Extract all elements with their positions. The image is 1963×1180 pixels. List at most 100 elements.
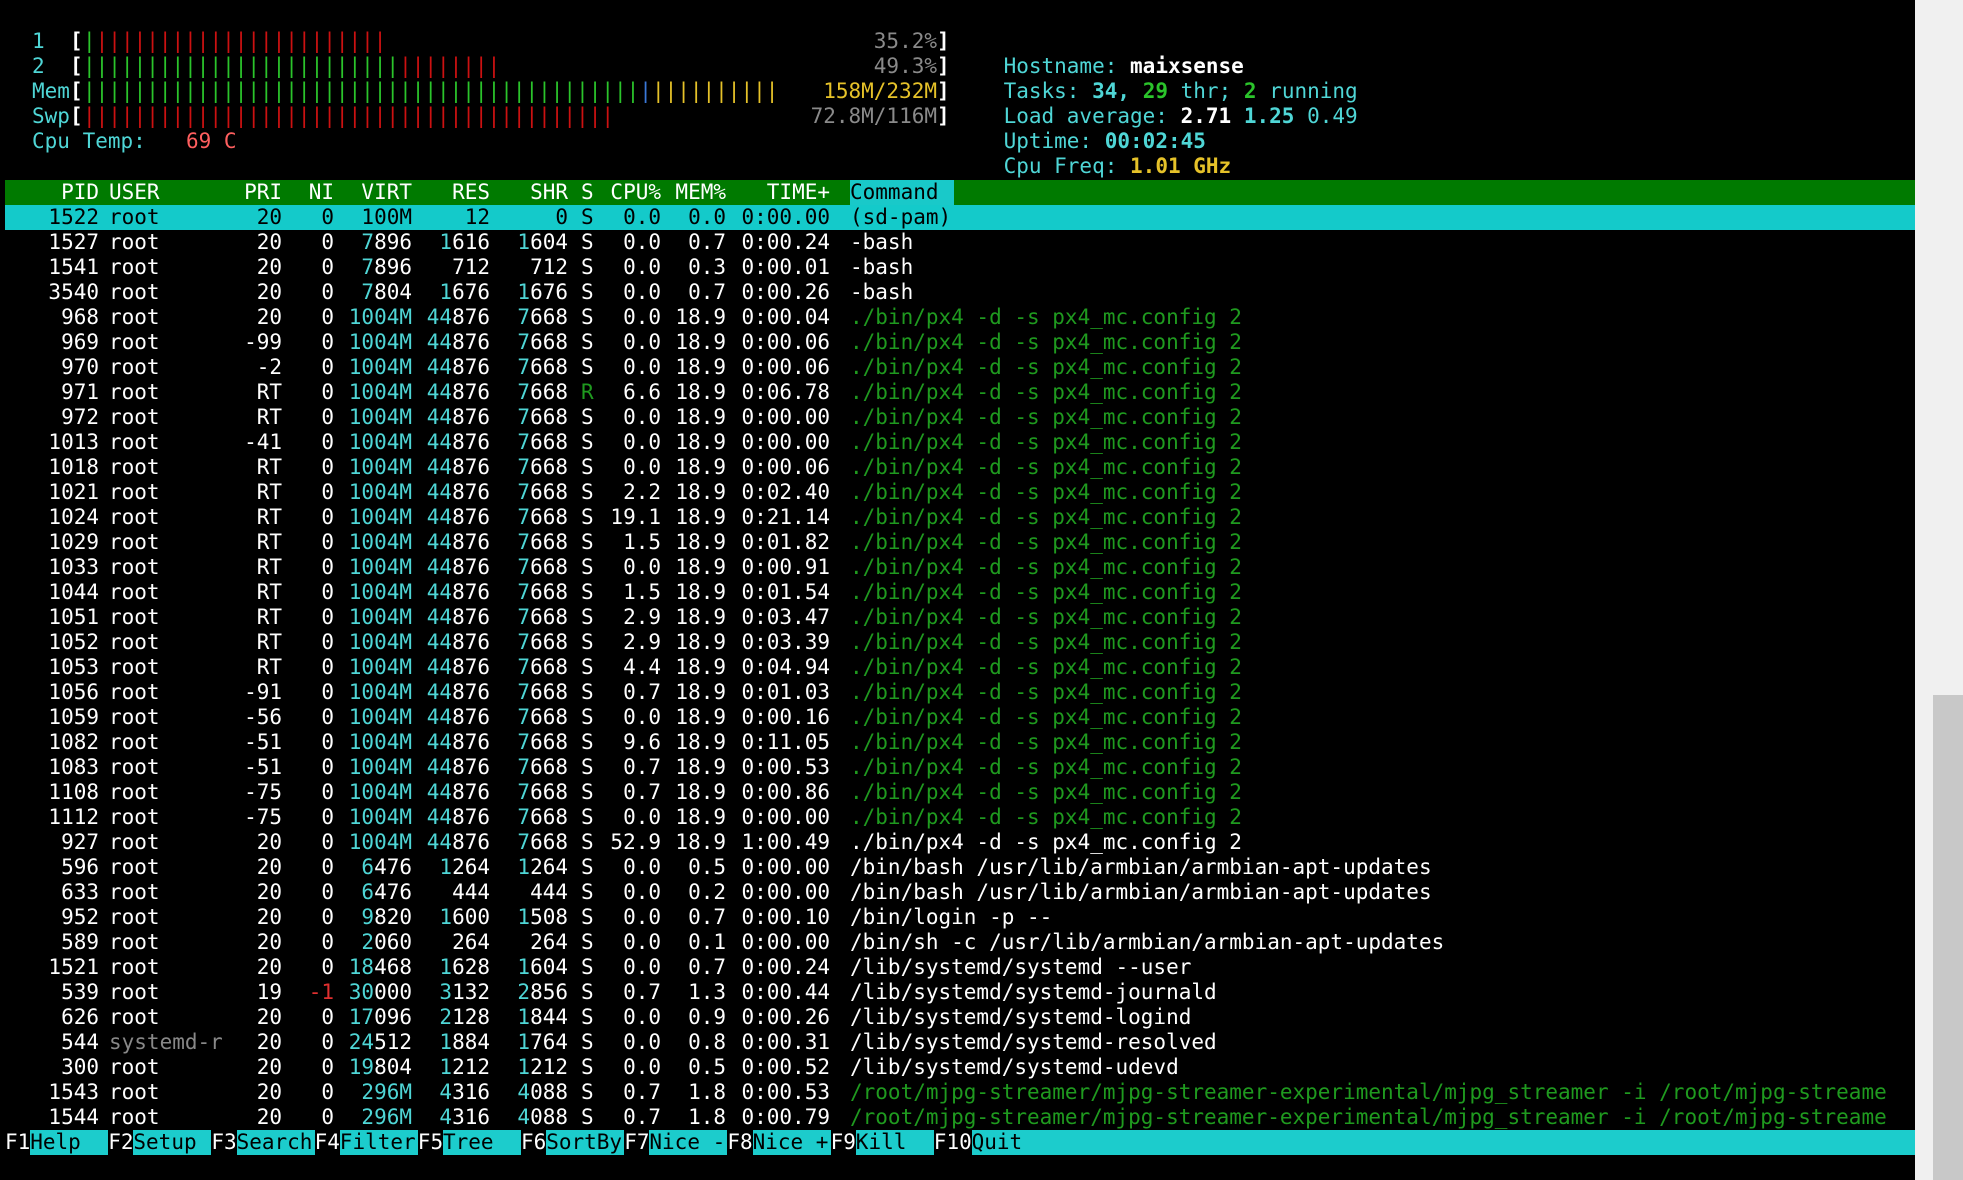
cell-ni: -1 bbox=[308, 980, 334, 1004]
col-command[interactable]: Command bbox=[850, 180, 954, 205]
process-row[interactable]: 1522 root 20 0 100M 12 0 S 0.0 0.0 0:00.00 (sd-pam) bbox=[0, 205, 1915, 230]
col-pri[interactable]: PRI bbox=[209, 180, 282, 205]
cell-cmd: ./bin/px4 -d -s px4_mc.config 2 bbox=[850, 480, 1242, 504]
fkey-setup-button[interactable]: Setup bbox=[133, 1130, 212, 1155]
col-user[interactable]: USER bbox=[109, 180, 160, 205]
process-row[interactable]: 927 root 20 0 1004M 44876 7668 S 52.9 18.9 1:00.49… bbox=[0, 830, 1915, 855]
process-row[interactable]: 971 root RT 0 1004M 44876 7668 R 6.6 18.9 0:06.78.… bbox=[0, 380, 1915, 405]
cell-time: 0:00.26 bbox=[741, 280, 830, 304]
process-row[interactable]: 1527 root 20 0 7896 1616 1604 S 0.0 0.7 0:00.24 -ba… bbox=[0, 230, 1915, 255]
col-time[interactable]: TIME+ bbox=[726, 180, 830, 205]
cell-time: 0:00.53 bbox=[741, 755, 830, 779]
cell-virt: 1004M bbox=[348, 330, 412, 354]
process-row[interactable]: 1059 root -56 0 1004M 44876 7668 S 0.0 18.9 0:00.1… bbox=[0, 705, 1915, 730]
fkey-f9: F9 bbox=[830, 1130, 856, 1154]
process-row[interactable]: 3540 root 20 0 7804 1676 1676 S 0.0 0.7 0:00.26 -ba… bbox=[0, 280, 1915, 305]
process-row[interactable]: 1021 root RT 0 1004M 44876 7668 S 2.2 18.9 0:02.40… bbox=[0, 480, 1915, 505]
col-cpu[interactable]: CPU% bbox=[594, 180, 661, 205]
cell-pid: 1544 bbox=[48, 1105, 99, 1129]
cell-res: 264 bbox=[452, 930, 490, 954]
col-pid[interactable]: PID bbox=[5, 180, 99, 205]
process-row[interactable]: 1544 root 20 0 296M 4316 4088 S 0.7 1.8 0:00.79/ro… bbox=[0, 1105, 1915, 1130]
process-row[interactable]: 596 root 20 0 6476 1264 1264 S 0.0 0.5 0:00.00/bin… bbox=[0, 855, 1915, 880]
process-row[interactable]: 1083 root -51 0 1004M 44876 7668 S 0.7 18.9 0:00.5… bbox=[0, 755, 1915, 780]
process-row[interactable]: 626 root 20 0 17096 2128 1844 S 0.0 0.9 0:00.26/li… bbox=[0, 1005, 1915, 1030]
process-row[interactable]: 544 systemd-r 20 0 24512 1884 1764 S 0.0 0.8 0:00.… bbox=[0, 1030, 1915, 1055]
cell-ni: 0 bbox=[321, 780, 334, 804]
fkey-filter-button[interactable]: Filter bbox=[339, 1130, 418, 1155]
col-ni[interactable]: NI bbox=[282, 180, 334, 205]
cell-cpu: 0.0 bbox=[623, 455, 661, 479]
process-row[interactable]: 1029 root RT 0 1004M 44876 7668 S 1.5 18.9 0:01.82… bbox=[0, 530, 1915, 555]
cell-cmd: ./bin/px4 -d -s px4_mc.config 2 bbox=[850, 430, 1242, 454]
process-row[interactable]: 1056 root -91 0 1004M 44876 7668 S 0.7 18.9 0:01.0… bbox=[0, 680, 1915, 705]
process-row[interactable]: 968 root 20 0 1004M 44876 7668 S 0.0 18.9 0:00.04.… bbox=[0, 305, 1915, 330]
process-row[interactable]: 1051 root RT 0 1004M 44876 7668 S 2.9 18.9 0:03.47… bbox=[0, 605, 1915, 630]
cell-mem: 18.9 bbox=[675, 680, 726, 704]
cell-s: S bbox=[581, 1030, 594, 1054]
process-row[interactable]: 300 root 20 0 19804 1212 1212 S 0.0 0.5 0:00.52/li… bbox=[0, 1055, 1915, 1080]
process-row[interactable]: 539 root 19 -1 30000 3132 2856 S 0.7 1.3 0:00.44/l… bbox=[0, 980, 1915, 1005]
cell-user: systemd-r bbox=[109, 1030, 223, 1054]
process-row[interactable]: 1024 root RT 0 1004M 44876 7668 S 19.1 18.9 0:21.1… bbox=[0, 505, 1915, 530]
cell-pid: 1541 bbox=[48, 255, 99, 279]
cell-res: 1212 bbox=[439, 1055, 490, 1079]
fkey-tree-button[interactable]: Tree bbox=[443, 1130, 521, 1155]
cell-res: 44876 bbox=[426, 680, 490, 704]
cell-pid: 1056 bbox=[48, 680, 99, 704]
process-row[interactable]: 1543 root 20 0 296M 4316 4088 S 0.7 1.8 0:00.53/ro… bbox=[0, 1080, 1915, 1105]
cell-ni: 0 bbox=[321, 430, 334, 454]
process-row[interactable]: 972 root RT 0 1004M 44876 7668 S 0.0 18.9 0:00.00.… bbox=[0, 405, 1915, 430]
scrollbar-thumb[interactable] bbox=[1933, 695, 1963, 1180]
process-row[interactable]: 1112 root -75 0 1004M 44876 7668 S 0.0 18.9 0:00.0… bbox=[0, 805, 1915, 830]
cell-cpu: 4.4 bbox=[623, 655, 661, 679]
process-row[interactable]: 1033 root RT 0 1004M 44876 7668 S 0.0 18.9 0:00.91… bbox=[0, 555, 1915, 580]
cell-shr: 7668 bbox=[517, 780, 568, 804]
col-mem[interactable]: MEM% bbox=[661, 180, 726, 205]
cell-res: 44876 bbox=[426, 480, 490, 504]
fkey-quit-button[interactable]: Quit bbox=[971, 1130, 1915, 1155]
col-shr[interactable]: SHR bbox=[490, 180, 568, 205]
cell-shr: 7668 bbox=[517, 355, 568, 379]
process-row[interactable]: 1541 root 20 0 7896 712 712 S 0.0 0.3 0:00.01 -bash bbox=[0, 255, 1915, 280]
cell-cmd: -bash bbox=[850, 280, 914, 304]
fkey-kill-button[interactable]: Kill bbox=[855, 1130, 934, 1155]
fkey-search-button[interactable]: Search bbox=[236, 1130, 315, 1155]
process-row[interactable]: 589 root 20 0 2060 264 264 S 0.0 0.1 0:00.00/bin/s… bbox=[0, 930, 1915, 955]
cell-pid: 971 bbox=[61, 380, 99, 404]
process-row[interactable]: 1108 root -75 0 1004M 44876 7668 S 0.7 18.9 0:00.8… bbox=[0, 780, 1915, 805]
process-row[interactable]: 1013 root -41 0 1004M 44876 7668 S 0.0 18.9 0:00.0… bbox=[0, 430, 1915, 455]
process-row[interactable]: 1521 root 20 0 18468 1628 1604 S 0.0 0.7 0:00.24/l… bbox=[0, 955, 1915, 980]
cell-cmd: ./bin/px4 -d -s px4_mc.config 2 bbox=[850, 805, 1242, 829]
process-row[interactable]: 1052 root RT 0 1004M 44876 7668 S 2.9 18.9 0:03.39… bbox=[0, 630, 1915, 655]
process-row[interactable]: 970 root -2 0 1004M 44876 7668 S 0.0 18.9 0:00.06.… bbox=[0, 355, 1915, 380]
fkey-nice-button[interactable]: Nice - bbox=[649, 1130, 728, 1155]
col-state[interactable]: S bbox=[581, 180, 594, 205]
cell-cpu: 0.0 bbox=[623, 805, 661, 829]
cell-cpu: 0.0 bbox=[623, 280, 661, 304]
process-row[interactable]: 1044 root RT 0 1004M 44876 7668 S 1.5 18.9 0:01.54… bbox=[0, 580, 1915, 605]
process-row[interactable]: 633 root 20 0 6476 444 444 S 0.0 0.2 0:00.00/bin/b… bbox=[0, 880, 1915, 905]
cell-time: 0:00.06 bbox=[741, 455, 830, 479]
cell-res: 1264 bbox=[439, 855, 490, 879]
cell-shr: 2856 bbox=[517, 980, 568, 1004]
process-row[interactable]: 1053 root RT 0 1004M 44876 7668 S 4.4 18.9 0:04.94… bbox=[0, 655, 1915, 680]
cell-virt: 1004M bbox=[348, 455, 412, 479]
col-virt[interactable]: VIRT bbox=[334, 180, 412, 205]
cell-mem: 18.9 bbox=[675, 780, 726, 804]
cell-user: root bbox=[109, 905, 160, 929]
cell-virt: 1004M bbox=[348, 680, 412, 704]
fkey-sortby-button[interactable]: SortBy bbox=[546, 1130, 625, 1155]
process-row[interactable]: 1082 root -51 0 1004M 44876 7668 S 9.6 18.9 0:11.0… bbox=[0, 730, 1915, 755]
col-res[interactable]: RES bbox=[412, 180, 490, 205]
mem-value: 158M/232M bbox=[823, 79, 937, 103]
cell-user: root bbox=[109, 330, 160, 354]
fkey-help-button[interactable]: Help bbox=[30, 1130, 109, 1155]
process-row[interactable]: 952 root 20 0 9820 1600 1508 S 0.0 0.7 0:00.10/bin… bbox=[0, 905, 1915, 930]
cell-s: S bbox=[581, 855, 594, 879]
fkey-nice-button[interactable]: Nice + bbox=[752, 1130, 831, 1155]
process-row[interactable]: 1018 root RT 0 1004M 44876 7668 S 0.0 18.9 0:00.06… bbox=[0, 455, 1915, 480]
cell-ni: 0 bbox=[321, 1105, 334, 1129]
cpu2-value: 49.3% bbox=[873, 54, 937, 78]
process-row[interactable]: 969 root -99 0 1004M 44876 7668 S 0.0 18.9 0:00.06… bbox=[0, 330, 1915, 355]
